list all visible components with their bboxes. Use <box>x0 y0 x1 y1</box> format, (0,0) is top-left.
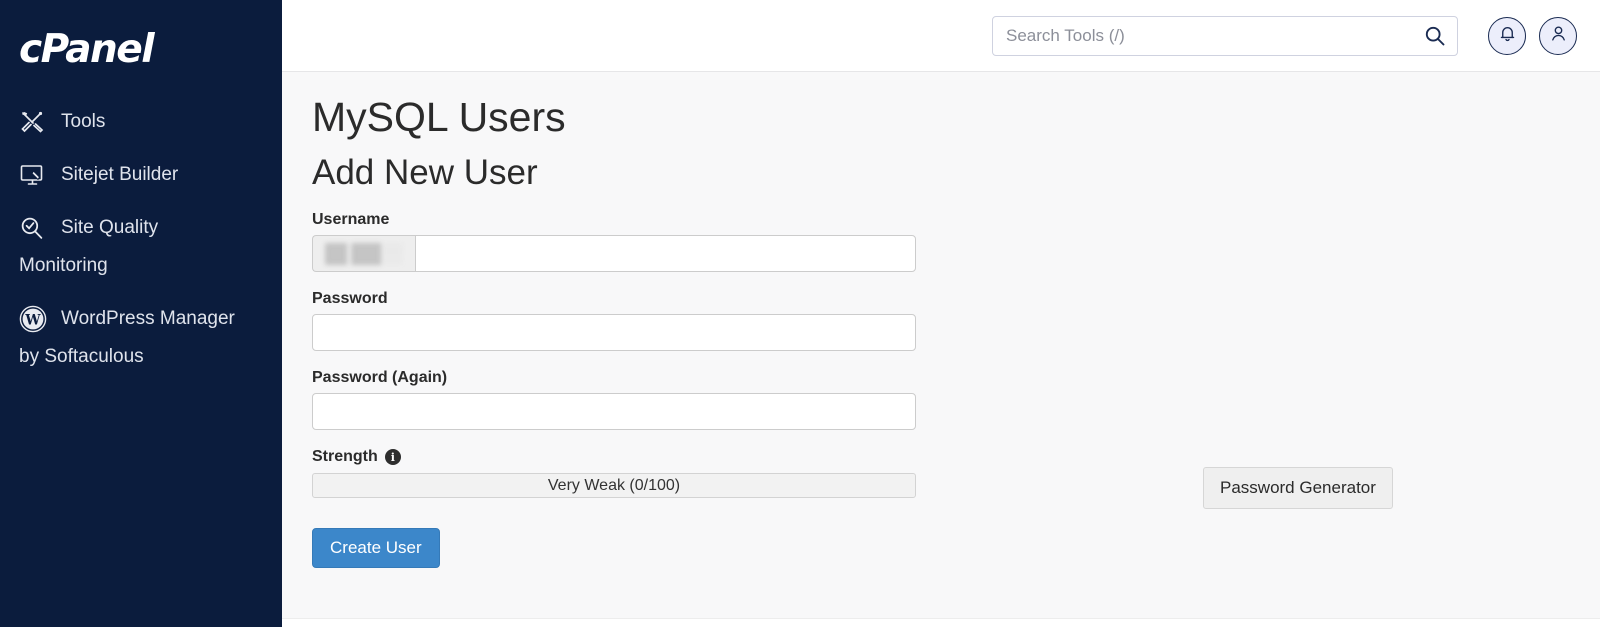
username-label: Username <box>312 211 390 229</box>
cpanel-app: cPanel Tools Sitejet Builder Site Qualit… <box>0 0 1600 627</box>
username-input-group <box>312 235 916 273</box>
password-input[interactable] <box>312 314 916 352</box>
main-area: MySQL Users Add New User Username Passwo… <box>282 0 1600 627</box>
sidebar-item-label: Sitejet Builder <box>61 164 179 185</box>
sidebar-item-label: Tools <box>61 111 106 132</box>
password-label: Password <box>312 290 388 308</box>
password-again-input[interactable] <box>312 393 916 431</box>
site-quality-icon <box>19 215 49 241</box>
bell-icon <box>1498 24 1517 48</box>
page-title: MySQL Users <box>312 94 566 140</box>
topbar <box>282 0 1600 72</box>
password-row: Password <box>312 290 916 352</box>
account-button[interactable] <box>1539 16 1577 55</box>
password-again-row: Password (Again) <box>312 369 916 431</box>
search-container <box>992 15 1458 56</box>
strength-label-row: Strength i <box>312 448 916 466</box>
user-icon <box>1549 24 1568 48</box>
sidebar: cPanel Tools Sitejet Builder Site Qualit… <box>0 0 282 627</box>
sidebar-item-wordpress-manager[interactable]: W WordPress Manager by Softaculous <box>0 305 282 370</box>
add-user-form: Username Password Password (Again) Stren… <box>312 211 916 569</box>
username-prefix-addon <box>312 235 415 273</box>
sitejet-builder-icon <box>19 162 49 188</box>
tools-icon <box>19 109 49 135</box>
username-input[interactable] <box>415 235 916 273</box>
sidebar-item-label-continued: Monitoring <box>19 255 108 276</box>
create-user-button[interactable]: Create User <box>312 528 440 569</box>
svg-text:W: W <box>24 312 41 328</box>
notifications-button[interactable] <box>1488 16 1526 55</box>
sidebar-item-label: WordPress Manager <box>61 308 235 329</box>
search-input[interactable] <box>992 15 1458 56</box>
footer-strip <box>282 618 1600 627</box>
content-panel: MySQL Users Add New User Username Passwo… <box>282 72 1600 627</box>
password-strength-meter: Very Weak (0/100) <box>312 473 916 499</box>
cpanel-logo[interactable]: cPanel <box>19 30 282 69</box>
password-generator-button[interactable]: Password Generator <box>1203 467 1393 509</box>
sidebar-nav: Tools Sitejet Builder Site Quality Monit… <box>0 109 282 370</box>
sidebar-item-site-quality-monitoring[interactable]: Site Quality Monitoring <box>0 215 282 279</box>
sidebar-item-label: Site Quality <box>61 217 159 238</box>
redacted-prefix-text <box>325 242 403 265</box>
strength-label: Strength <box>312 448 378 466</box>
info-icon[interactable]: i <box>384 449 401 466</box>
sidebar-item-label-continued: by Softaculous <box>19 346 144 367</box>
section-title: Add New User <box>312 153 538 193</box>
wordpress-icon: W <box>19 305 49 333</box>
strength-value-text: Very Weak (0/100) <box>547 476 681 494</box>
sidebar-item-tools[interactable]: Tools <box>0 109 282 135</box>
sidebar-item-sitejet-builder[interactable]: Sitejet Builder <box>0 162 282 188</box>
password-again-label: Password (Again) <box>312 369 448 387</box>
